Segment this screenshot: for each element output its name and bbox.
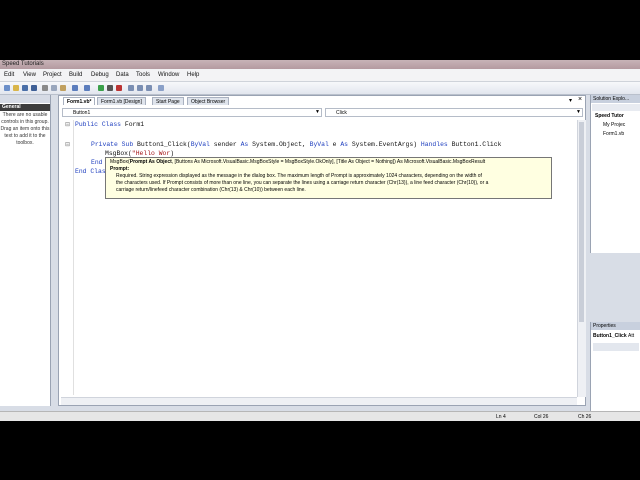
properties-toolbar	[593, 343, 639, 351]
solution-explorer-toolbar	[592, 104, 640, 111]
solution-explorer-panel: Solution Explo... Speed Tutor My Projec …	[590, 95, 640, 253]
toolbox-header	[0, 95, 50, 103]
tooltip-signature: MsgBox(Prompt As Object, [Buttons As Mic…	[110, 159, 486, 165]
toolbox-panel: General There are no usable controls in …	[0, 95, 51, 406]
solution-item-my-project[interactable]: My Projec	[603, 122, 625, 128]
status-bar: Ln 4 Col 26 Ch 26	[0, 411, 640, 421]
step-into-icon[interactable]	[128, 85, 134, 91]
collapse-sub-icon[interactable]: ⊟	[65, 141, 70, 148]
toolbar	[0, 82, 640, 95]
method-combo-chevron-icon[interactable]: ▼	[576, 109, 581, 115]
code-line-3: MsgBox("Hello Wor)	[105, 150, 175, 157]
class-name-combo[interactable]: Button1	[62, 108, 322, 117]
pause-icon[interactable]	[107, 85, 113, 91]
menu-view[interactable]: View	[23, 72, 36, 78]
solution-item-form1[interactable]: Form1.vb	[603, 131, 624, 137]
toolbox-empty-message: There are no usable controls in this gro…	[0, 112, 50, 146]
stop-icon[interactable]	[116, 85, 122, 91]
step-over-icon[interactable]	[137, 85, 143, 91]
tab-start-page[interactable]: Start Page	[152, 97, 184, 105]
code-line-1: Public Class Form1	[75, 121, 145, 128]
tab-dropdown-icon[interactable]: ▾	[569, 97, 572, 104]
save-all-icon[interactable]	[31, 85, 37, 91]
ide-window: Speed Tutorials Edit View Project Build …	[0, 60, 640, 421]
find-icon[interactable]	[158, 85, 164, 91]
redo-icon[interactable]	[84, 85, 90, 91]
class-combo-chevron-icon[interactable]: ▼	[315, 109, 320, 115]
tooltip-param-label: Prompt:	[110, 166, 130, 172]
status-line: Ln 4	[496, 414, 506, 420]
code-gutter	[61, 120, 74, 395]
toolbox-group-general[interactable]: General	[0, 104, 50, 111]
properties-header: Properties	[591, 322, 640, 330]
step-out-icon[interactable]	[146, 85, 152, 91]
menu-window[interactable]: Window	[158, 72, 179, 78]
menu-debug[interactable]: Debug	[91, 72, 109, 78]
undo-icon[interactable]	[72, 85, 78, 91]
menu-project[interactable]: Project	[43, 72, 62, 78]
tab-form1-design[interactable]: Form1.vb [Design]	[97, 97, 146, 105]
window-title: Speed Tutorials	[2, 61, 44, 67]
code-line-2: Private Sub Button1_Click(ByVal sender A…	[91, 141, 502, 148]
tooltip-desc-1: Required. String expression displayed as…	[116, 173, 482, 179]
tab-form1-vb[interactable]: Form1.vb*	[63, 97, 96, 105]
menu-tools[interactable]: Tools	[136, 72, 150, 78]
vertical-scroll-thumb[interactable]	[579, 122, 584, 322]
start-debug-icon[interactable]	[98, 85, 104, 91]
vertical-scrollbar[interactable]	[577, 120, 586, 397]
save-icon[interactable]	[22, 85, 28, 91]
properties-object-name[interactable]: Button1_Click Att	[593, 333, 634, 339]
tab-object-browser[interactable]: Object Browser	[187, 97, 230, 105]
tooltip-desc-3: carriage return/linefeed character combi…	[116, 187, 306, 193]
method-combo-value: Click	[336, 110, 347, 116]
menu-bar: Edit View Project Build Debug Data Tools…	[0, 69, 640, 82]
title-bar: Speed Tutorials	[0, 60, 640, 69]
menu-help[interactable]: Help	[187, 72, 199, 78]
status-char: Ch 26	[578, 414, 592, 420]
class-combo-value: Button1	[73, 110, 91, 116]
status-column: Col 26	[534, 414, 549, 420]
solution-explorer-header: Solution Explo...	[591, 95, 640, 103]
properties-panel: Properties Button1_Click Att	[590, 322, 640, 412]
paste-icon[interactable]	[60, 85, 66, 91]
close-tab-icon[interactable]: ×	[578, 96, 582, 103]
tooltip-desc-2: the characters used. If Prompt consists …	[116, 180, 489, 186]
solution-root-node[interactable]: Speed Tutor	[595, 113, 624, 119]
parameter-info-tooltip: MsgBox(Prompt As Object, [Buttons As Mic…	[105, 157, 552, 199]
menu-data[interactable]: Data	[116, 72, 129, 78]
collapse-class-icon[interactable]: ⊟	[65, 121, 70, 128]
copy-icon[interactable]	[51, 85, 57, 91]
menu-build[interactable]: Build	[69, 72, 82, 78]
menu-edit[interactable]: Edit	[4, 72, 14, 78]
new-project-icon[interactable]	[4, 85, 10, 91]
cut-icon[interactable]	[42, 85, 48, 91]
code-editor[interactable]: Form1.vb* Form1.vb [Design] Start Page O…	[58, 95, 586, 406]
method-name-combo[interactable]: Click	[325, 108, 583, 117]
horizontal-scrollbar[interactable]	[61, 397, 577, 405]
open-icon[interactable]	[13, 85, 19, 91]
